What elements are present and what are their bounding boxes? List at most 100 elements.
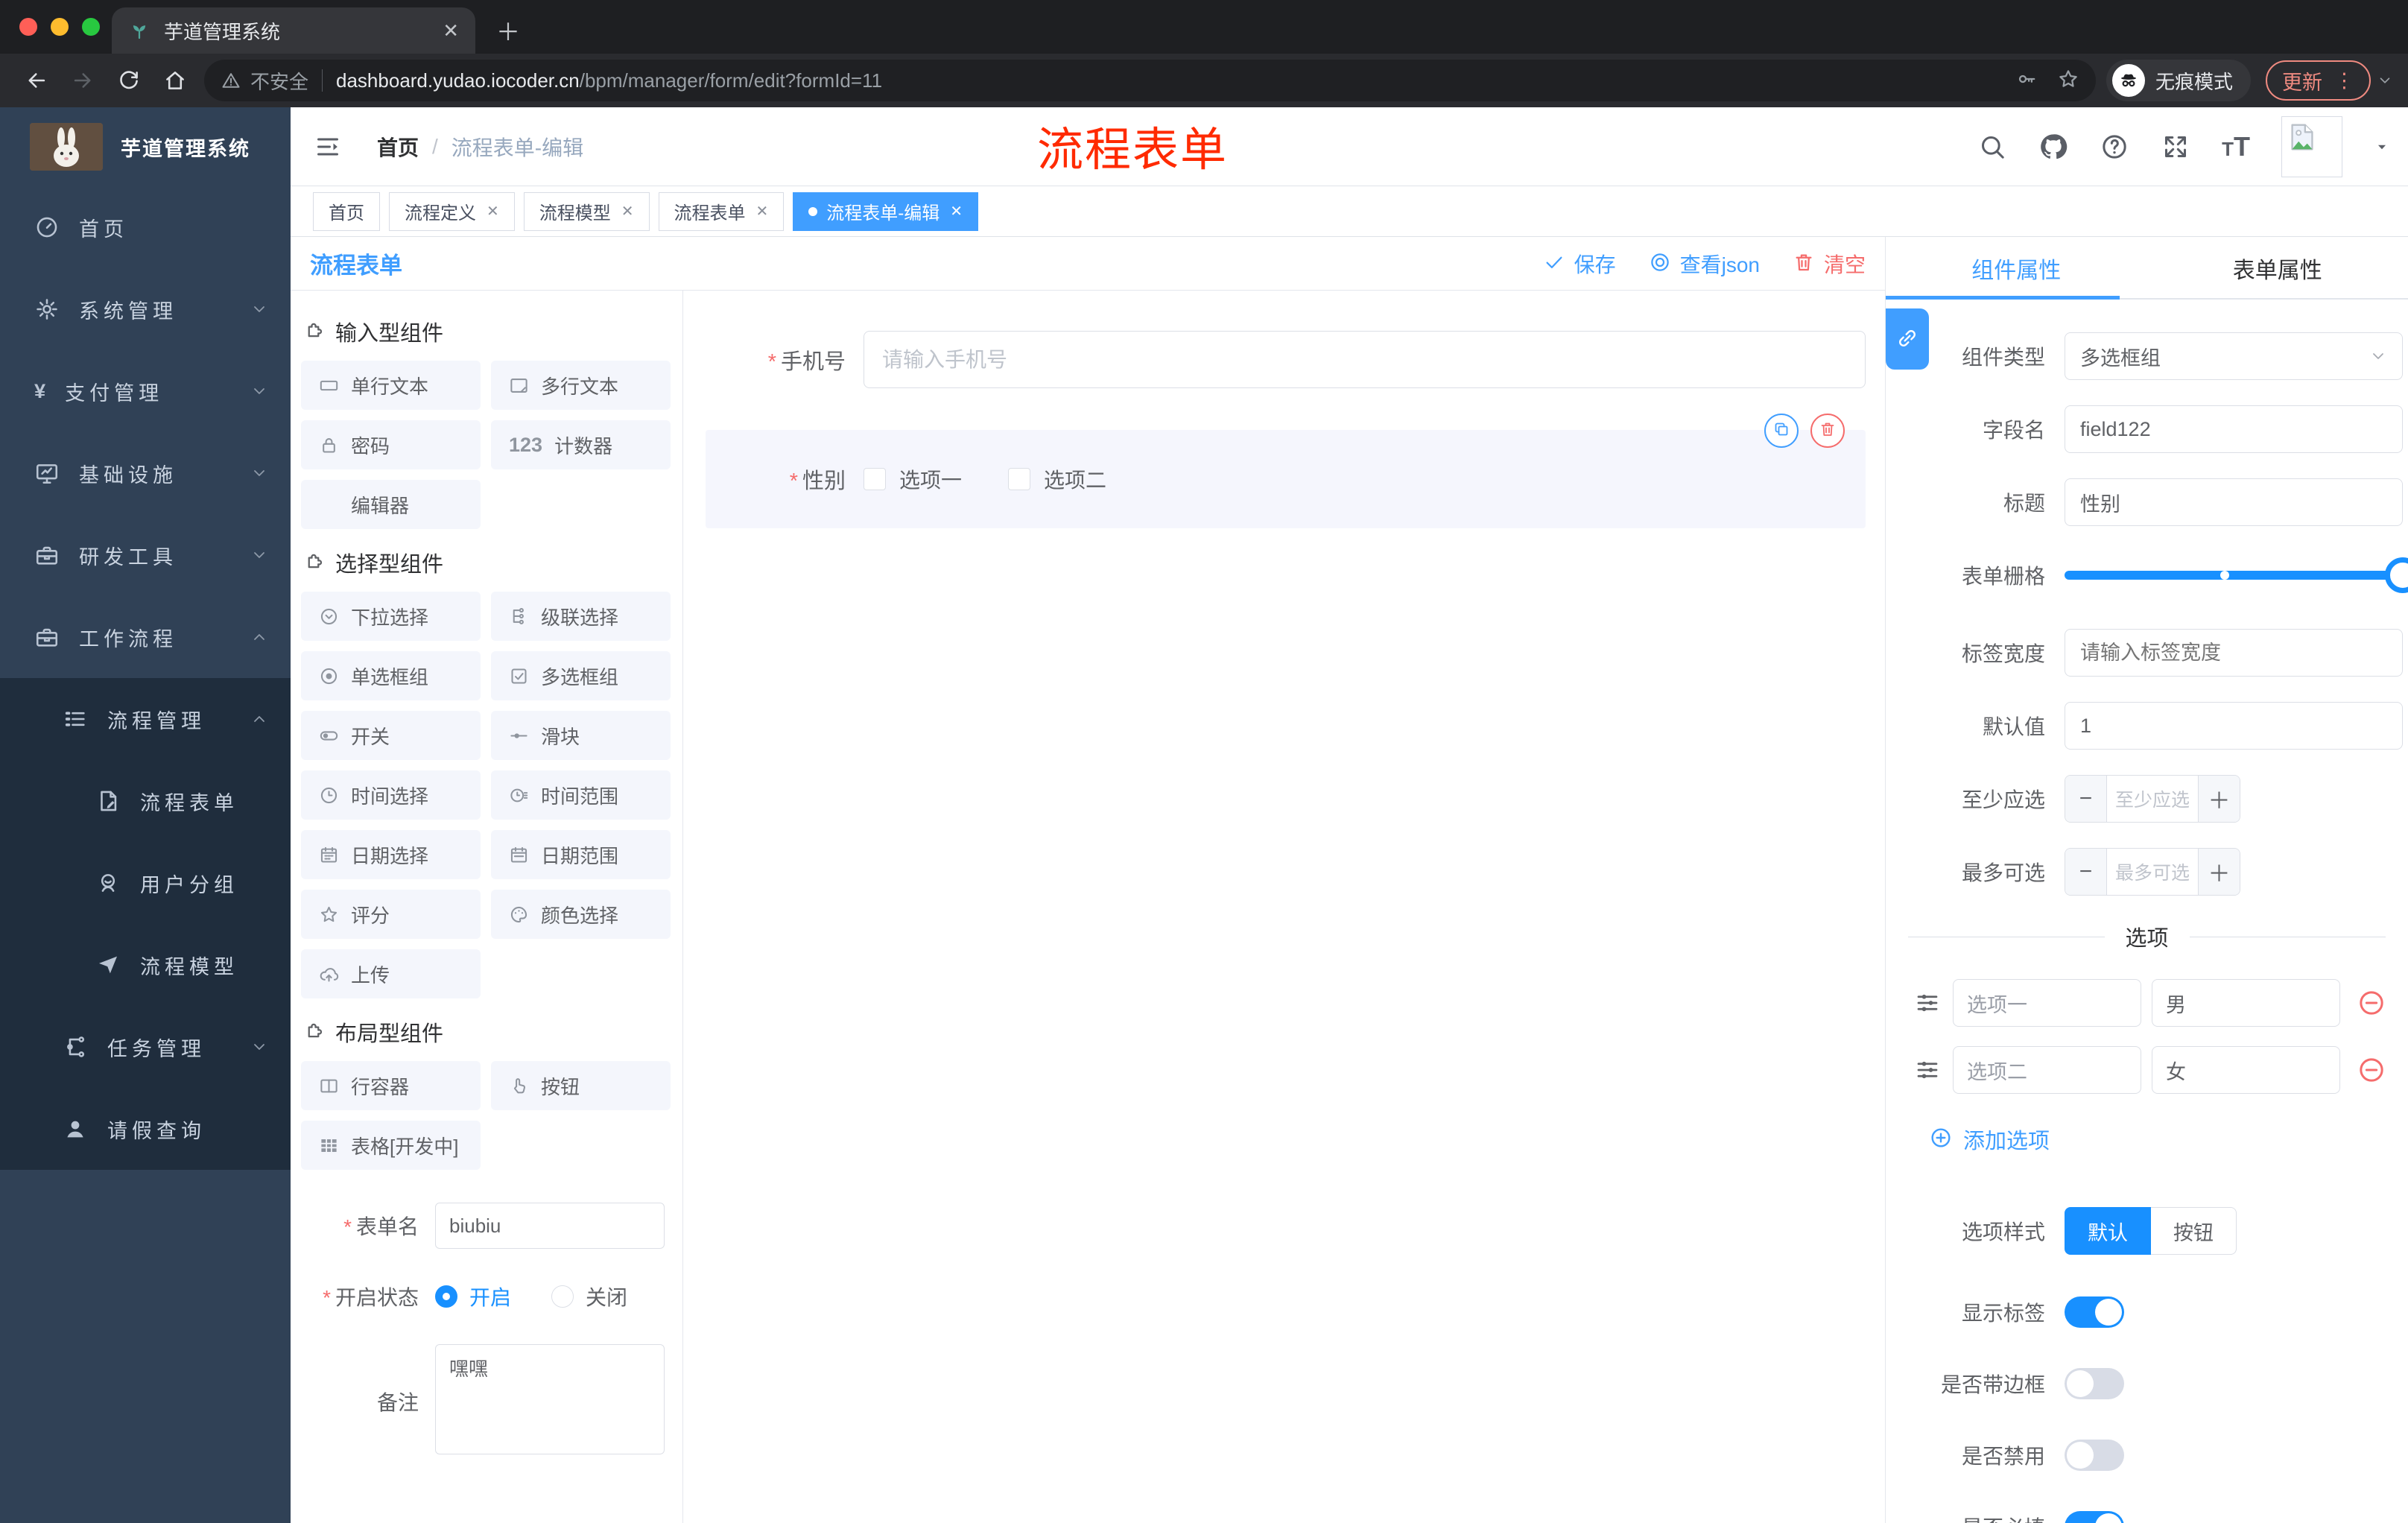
sidebar-item-task-mgmt[interactable]: 任务管理 bbox=[0, 1006, 291, 1088]
forward-icon[interactable] bbox=[70, 68, 95, 93]
github-icon[interactable] bbox=[2038, 132, 2068, 162]
browser-menu-dots-icon[interactable]: ⋮ bbox=[2334, 69, 2354, 92]
remove-option-button[interactable] bbox=[2357, 1055, 2386, 1085]
link-tag-button[interactable] bbox=[1886, 308, 1929, 370]
tag-tab-process-form-edit[interactable]: 流程表单-编辑 ✕ bbox=[793, 191, 979, 231]
tag-tab-process-definition[interactable]: 流程定义 ✕ bbox=[389, 191, 515, 231]
component-chip-counter[interactable]: 123 计数器 bbox=[491, 420, 671, 469]
close-icon[interactable]: ✕ bbox=[621, 202, 634, 221]
plus-button[interactable]: ＋ bbox=[2198, 776, 2240, 822]
component-chip-date-range[interactable]: 日期范围 bbox=[491, 830, 671, 879]
component-chip-cascader[interactable]: 级联选择 bbox=[491, 592, 671, 641]
profile-chevron-icon[interactable] bbox=[2377, 72, 2393, 89]
sidebar-logo[interactable]: 芋道管理系统 bbox=[0, 107, 291, 186]
hamburger-icon[interactable] bbox=[313, 132, 343, 162]
toggle-is-disabled[interactable] bbox=[2065, 1440, 2124, 1471]
component-chip-radio-group[interactable]: 单选框组 bbox=[301, 651, 481, 700]
close-icon[interactable]: ✕ bbox=[487, 202, 499, 221]
sidebar-item-process-model[interactable]: 流程模型 bbox=[0, 924, 291, 1006]
plus-button[interactable]: ＋ bbox=[2198, 849, 2240, 895]
sidebar-item-process-form[interactable]: 流程表单 bbox=[0, 760, 291, 842]
tab-component-props[interactable]: 组件属性 bbox=[1886, 237, 2147, 300]
tab-form-props[interactable]: 表单属性 bbox=[2147, 237, 2408, 300]
security-label[interactable]: 不安全 bbox=[250, 67, 308, 95]
component-chip-date-picker[interactable]: 日期选择 bbox=[301, 830, 481, 879]
view-json-button[interactable]: 查看json bbox=[1649, 249, 1760, 279]
component-chip-password[interactable]: 密码 bbox=[301, 420, 481, 469]
home-icon[interactable] bbox=[162, 68, 188, 93]
option-label-input[interactable] bbox=[1953, 1046, 2141, 1094]
avatar-caret-icon[interactable] bbox=[2374, 139, 2390, 155]
style-option-active[interactable]: 默认 bbox=[2065, 1207, 2151, 1255]
font-size-icon[interactable]: TT bbox=[2222, 131, 2250, 162]
option-label-input[interactable] bbox=[1953, 979, 2141, 1027]
component-type-select[interactable]: 多选框组 bbox=[2065, 332, 2403, 380]
component-chip-button[interactable]: 按钮 bbox=[491, 1061, 671, 1110]
component-chip-slider[interactable]: 滑块 bbox=[491, 711, 671, 760]
sidebar-item-workflow[interactable]: 工作流程 bbox=[0, 596, 291, 678]
remove-option-button[interactable] bbox=[2357, 988, 2386, 1018]
tag-tab-process-form[interactable]: 流程表单 ✕ bbox=[658, 191, 785, 231]
password-key-icon[interactable] bbox=[2015, 68, 2038, 93]
breadcrumb-home[interactable]: 首页 bbox=[377, 132, 419, 162]
sidebar-item-devtools[interactable]: 研发工具 bbox=[0, 514, 291, 596]
drag-handle-icon[interactable] bbox=[1914, 990, 1941, 1016]
option-value-input[interactable] bbox=[2152, 1046, 2340, 1094]
style-option-inactive[interactable]: 按钮 bbox=[2151, 1207, 2237, 1255]
component-chip-time-range[interactable]: 时间范围 bbox=[491, 770, 671, 820]
sidebar-item-home[interactable]: 首页 bbox=[0, 186, 291, 268]
sidebar-item-system[interactable]: 系统管理 bbox=[0, 268, 291, 350]
toggle-show-label[interactable] bbox=[2065, 1296, 2124, 1328]
component-chip-switch[interactable]: 开关 bbox=[301, 711, 481, 760]
component-chip-time-picker[interactable]: 时间选择 bbox=[301, 770, 481, 820]
phone-field[interactable]: 手机号 bbox=[706, 331, 1866, 388]
search-icon[interactable] bbox=[1977, 132, 2007, 162]
component-chip-select[interactable]: 下拉选择 bbox=[301, 592, 481, 641]
field-name-input[interactable] bbox=[2065, 405, 2403, 453]
bookmark-star-icon[interactable] bbox=[2057, 68, 2079, 93]
close-window-button[interactable] bbox=[19, 18, 37, 36]
min-select-value[interactable]: 至少应选 bbox=[2107, 776, 2198, 822]
form-canvas[interactable]: 手机号 性别 选项一 选项二 bbox=[683, 291, 1885, 1523]
component-chip-single-line-text[interactable]: 单行文本 bbox=[301, 361, 481, 410]
tag-tab-process-model[interactable]: 流程模型 ✕ bbox=[523, 191, 650, 231]
toggle-is-required[interactable] bbox=[2065, 1511, 2124, 1523]
sidebar-item-process-mgmt[interactable]: 流程管理 bbox=[0, 678, 291, 760]
gender-field-selected[interactable]: 性别 选项一 选项二 bbox=[706, 414, 1866, 528]
max-select-value[interactable]: 最多可选 bbox=[2107, 849, 2198, 895]
option-value-input[interactable] bbox=[2152, 979, 2340, 1027]
avatar[interactable] bbox=[2281, 115, 2342, 177]
component-chip-editor[interactable]: 编辑器 bbox=[301, 480, 481, 529]
new-tab-button[interactable]: ＋ bbox=[496, 13, 520, 48]
status-on-radio[interactable]: 开启 bbox=[435, 1282, 511, 1311]
component-chip-rate[interactable]: 评分 bbox=[301, 890, 481, 939]
drag-handle-icon[interactable] bbox=[1914, 1057, 1941, 1083]
label-width-input[interactable] bbox=[2065, 629, 2403, 677]
maximize-window-button[interactable] bbox=[82, 18, 100, 36]
component-chip-checkbox-group[interactable]: 多选框组 bbox=[491, 651, 671, 700]
save-button[interactable]: 保存 bbox=[1543, 249, 1616, 279]
gender-option-checkbox[interactable]: 选项二 bbox=[1008, 464, 1106, 494]
tag-tab-home[interactable]: 首页 bbox=[313, 191, 380, 231]
copy-component-button[interactable] bbox=[1764, 414, 1799, 448]
component-chip-row-container[interactable]: 行容器 bbox=[301, 1061, 481, 1110]
fullscreen-icon[interactable] bbox=[2161, 132, 2190, 162]
delete-component-button[interactable] bbox=[1810, 414, 1845, 448]
remark-textarea[interactable]: 嘿嘿 bbox=[435, 1344, 665, 1454]
reload-icon[interactable] bbox=[116, 68, 142, 93]
back-icon[interactable] bbox=[24, 68, 49, 93]
status-off-radio[interactable]: 关闭 bbox=[551, 1282, 627, 1311]
default-value-input[interactable] bbox=[2065, 702, 2403, 750]
minus-button[interactable]: − bbox=[2065, 849, 2107, 895]
minimize-window-button[interactable] bbox=[51, 18, 69, 36]
sidebar-item-payment[interactable]: ¥ 支付管理 bbox=[0, 350, 291, 432]
url-bar[interactable]: 不安全 dashboard.yudao.iocoder.cn/bpm/manag… bbox=[204, 60, 2096, 101]
component-chip-color-picker[interactable]: 颜色选择 bbox=[491, 890, 671, 939]
phone-input[interactable] bbox=[864, 331, 1866, 388]
form-grid-slider[interactable] bbox=[2065, 551, 2408, 599]
minus-button[interactable]: − bbox=[2065, 776, 2107, 822]
component-chip-multi-line-text[interactable]: 多行文本 bbox=[491, 361, 671, 410]
sidebar-item-leave-query[interactable]: 请假查询 bbox=[0, 1088, 291, 1170]
browser-update-button[interactable]: 更新 ⋮ bbox=[2266, 60, 2371, 101]
toggle-with-border[interactable] bbox=[2065, 1368, 2124, 1399]
